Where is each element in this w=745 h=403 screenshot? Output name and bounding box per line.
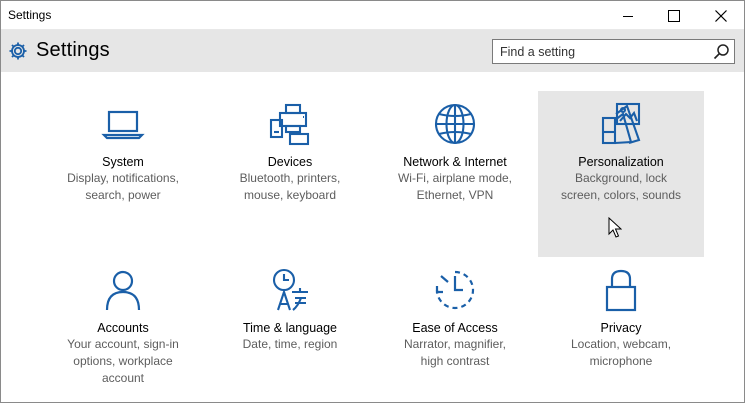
- person-icon: [105, 270, 141, 311]
- time-language-icon: [272, 268, 308, 311]
- tile-description: high contrast: [420, 354, 490, 368]
- tile-description: Background, lock: [574, 171, 668, 185]
- tile-accounts[interactable]: Accounts Your account, sign-in options, …: [40, 268, 206, 393]
- tile-name: System: [102, 155, 144, 169]
- tile-privacy[interactable]: Privacy Location, webcam, microphone: [538, 268, 704, 393]
- tile-name: Devices: [267, 155, 313, 169]
- title-bar[interactable]: Settings: [1, 1, 744, 30]
- tile-name: Privacy: [600, 321, 642, 335]
- tile-name: Time & language: [242, 321, 338, 335]
- settings-categories: System Display, notifications, search, p…: [1, 72, 744, 402]
- tile-description: Wi-Fi, airplane mode,: [397, 171, 513, 185]
- tile-ease-of-access[interactable]: Ease of Access Narrator, magnifier, high…: [372, 268, 538, 393]
- close-icon: [715, 9, 727, 22]
- close-button[interactable]: [698, 1, 744, 30]
- tile-system[interactable]: System Display, notifications, search, p…: [40, 102, 206, 242]
- personalization-icon: [601, 102, 641, 145]
- minimize-button[interactable]: [605, 1, 651, 30]
- settings-header: Settings: [1, 30, 744, 72]
- mouse-cursor-icon: [608, 217, 622, 238]
- tile-description: options, workplace: [73, 354, 173, 368]
- tile-name: Network & Internet: [403, 155, 507, 169]
- globe-icon: [434, 103, 476, 145]
- tile-devices[interactable]: Devices Bluetooth, printers, mouse, keyb…: [207, 102, 373, 242]
- tile-description: microphone: [589, 354, 653, 368]
- tile-description: Date, time, region: [242, 337, 338, 351]
- tile-description: Location, webcam,: [570, 337, 672, 351]
- tile-name: Personalization: [578, 155, 664, 169]
- tile-description: Display, notifications,: [67, 171, 179, 185]
- gear-icon: [9, 42, 27, 60]
- tile-network-internet[interactable]: Network & Internet Wi-Fi, airplane mode,…: [372, 102, 538, 242]
- tile-description: screen, colors, sounds: [560, 188, 682, 202]
- ease-of-access-icon: [435, 270, 475, 310]
- tile-description: Narrator, magnifier,: [403, 337, 507, 351]
- tile-description: account: [101, 371, 145, 385]
- page-title: Settings: [36, 39, 110, 61]
- tile-description: Bluetooth, printers,: [239, 171, 341, 185]
- tile-description: mouse, keyboard: [243, 188, 337, 202]
- lock-icon: [605, 269, 637, 312]
- search-icon[interactable]: [713, 43, 730, 60]
- tile-description: Ethernet, VPN: [416, 188, 494, 202]
- tile-time-language[interactable]: Time & language Date, time, region: [207, 268, 373, 393]
- laptop-icon: [101, 110, 145, 140]
- tile-name: Ease of Access: [412, 321, 498, 335]
- maximize-icon: [668, 9, 680, 22]
- search-box[interactable]: [492, 39, 735, 64]
- tile-name: Accounts: [97, 321, 149, 335]
- devices-icon: [269, 103, 310, 146]
- window-title: Settings: [8, 8, 52, 22]
- tile-description: Your account, sign-in: [67, 337, 179, 351]
- settings-window: Settings Settings Find a setting System …: [0, 0, 745, 403]
- tile-description: search, power: [85, 188, 161, 202]
- search-input[interactable]: [493, 40, 708, 63]
- maximize-button[interactable]: [651, 1, 697, 30]
- minimize-icon: [623, 15, 633, 17]
